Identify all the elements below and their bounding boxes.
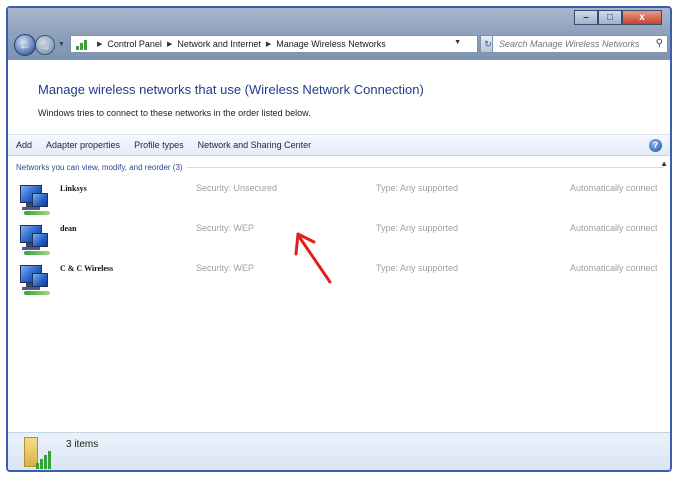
network-name: Linksys <box>60 184 87 193</box>
network-row[interactable]: Linksys Security: Unsecured Type: Any su… <box>18 179 664 219</box>
navigation-bar: ← → ▼ ▶ Control Panel ▶ Network and Inte… <box>14 32 668 56</box>
window: – □ x ← → ▼ ▶ Control Panel ▶ Network an… <box>6 6 672 472</box>
network-security: Security: WEP <box>196 223 255 233</box>
breadcrumb-manage-wireless-networks[interactable]: Manage Wireless Networks <box>276 39 386 49</box>
breadcrumb-control-panel[interactable]: Control Panel <box>107 39 162 49</box>
title-bar: – □ x ← → ▼ ▶ Control Panel ▶ Network an… <box>8 8 670 60</box>
page-subtitle: Windows tries to connect to these networ… <box>38 108 311 118</box>
network-type: Type: Any supported <box>376 263 459 273</box>
wireless-network-icon <box>18 221 52 255</box>
group-header[interactable]: Networks you can view, modify, and reord… <box>16 159 668 173</box>
network-connect-mode: Automatically connect <box>570 263 658 273</box>
search-box[interactable]: ⚲ <box>492 35 668 53</box>
network-sharing-center-button[interactable]: Network and Sharing Center <box>198 140 312 150</box>
network-security: Security: WEP <box>196 263 255 273</box>
network-security: Security: Unsecured <box>196 183 278 193</box>
network-name: C & C Wireless <box>60 264 114 273</box>
search-icon[interactable]: ⚲ <box>656 38 663 49</box>
network-row[interactable]: C & C Wireless Security: WEP Type: Any s… <box>18 259 664 299</box>
close-button[interactable]: x <box>622 10 662 25</box>
group-divider <box>186 166 664 168</box>
address-bar[interactable]: ▶ Control Panel ▶ Network and Internet ▶… <box>70 35 478 53</box>
breadcrumb-network-and-internet[interactable]: Network and Internet <box>177 39 261 49</box>
collapse-icon[interactable]: ▲ <box>660 159 668 168</box>
search-input[interactable] <box>499 39 644 49</box>
breadcrumb-separator: ▶ <box>166 41 173 48</box>
wireless-network-icon <box>18 181 52 215</box>
wireless-network-icon <box>18 261 52 295</box>
command-bar: Add Adapter properties Profile types Net… <box>8 134 670 156</box>
network-type: Type: Any supported <box>376 183 459 193</box>
page-title: Manage wireless networks that use (Wirel… <box>38 82 424 97</box>
status-bar: 3 items <box>8 432 670 470</box>
forward-button[interactable]: → <box>35 35 55 55</box>
network-type: Type: Any supported <box>376 223 459 233</box>
breadcrumb-separator: ▶ <box>265 41 272 48</box>
minimize-button[interactable]: – <box>574 10 598 25</box>
adapter-properties-button[interactable]: Adapter properties <box>46 140 120 150</box>
window-controls: – □ x <box>574 10 662 25</box>
group-label: Networks you can view, modify, and reord… <box>16 162 183 172</box>
red-arrow-annotation <box>294 232 332 284</box>
help-icon[interactable]: ? <box>649 139 662 152</box>
network-row[interactable]: dean Security: WEP Type: Any supported A… <box>18 219 664 259</box>
network-name: dean <box>60 224 77 233</box>
profile-types-button[interactable]: Profile types <box>134 140 184 150</box>
wireless-folder-icon <box>24 437 54 470</box>
maximize-button[interactable]: □ <box>598 10 622 25</box>
page-header: Manage wireless networks that use (Wirel… <box>8 60 670 136</box>
address-dropdown-icon[interactable]: ▼ <box>454 39 461 46</box>
back-button[interactable]: ← <box>14 34 36 56</box>
network-connect-mode: Automatically connect <box>570 183 658 193</box>
item-count: 3 items <box>66 439 99 450</box>
networks-list: Networks you can view, modify, and reord… <box>8 157 670 432</box>
add-button[interactable]: Add <box>16 140 32 150</box>
network-control-panel-icon <box>75 38 89 50</box>
breadcrumb-separator: ▶ <box>97 41 103 48</box>
recent-pages-dropdown[interactable]: ▼ <box>58 41 65 48</box>
network-connect-mode: Automatically connect <box>570 223 658 233</box>
